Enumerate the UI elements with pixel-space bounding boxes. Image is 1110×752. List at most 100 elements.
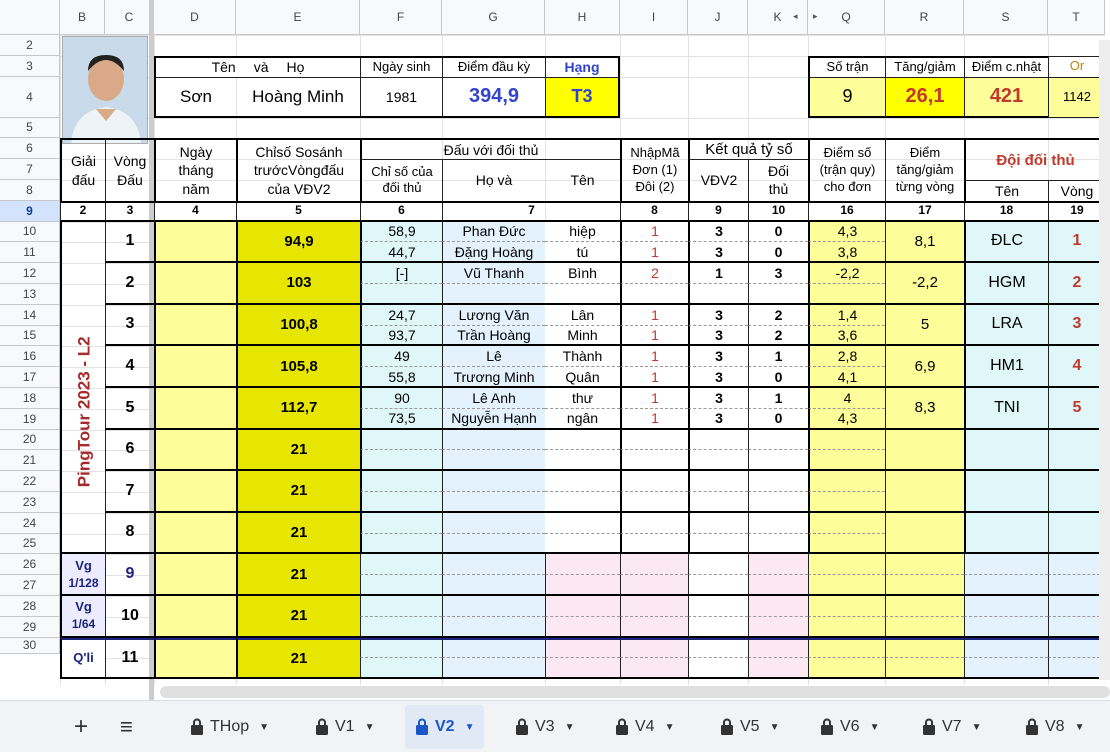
chevron-down-icon[interactable]: ▼ [972,722,982,733]
header-team-name[interactable]: Tên [964,180,1048,201]
chevron-down-icon[interactable]: ▼ [465,722,475,733]
empty-cell-Q26[interactable] [808,554,885,576]
points-6-1[interactable] [808,450,885,472]
empty-cell-R26[interactable] [885,554,964,576]
tab-v5[interactable]: V5 ▼ [710,705,789,749]
round-index-3[interactable]: 100,8 [236,304,360,347]
header-points-change[interactable]: Điểm tăng/giảm từng vòng [885,138,964,201]
input-code-3-1[interactable]: 1 [620,325,688,347]
round-number-9[interactable]: 9 [105,554,154,596]
row-header-29[interactable]: 29 [0,616,60,638]
expand-right-icon[interactable]: ▸ [813,11,818,22]
round-gain-8[interactable] [885,512,964,555]
opp-ho-5-1[interactable]: Nguyễn Hạnh [442,408,545,430]
updated-score[interactable]: 421 [964,76,1048,118]
points-4-0[interactable]: 2,8 [808,346,885,368]
row-header-26[interactable]: 26 [0,554,60,576]
column-header-S[interactable]: S [964,0,1048,35]
round-date-4[interactable] [154,346,236,388]
row-header-8[interactable]: 8 [0,180,60,201]
opp-ho-5-0[interactable]: Lê Anh [442,388,545,409]
or-header[interactable]: Or [1048,55,1105,77]
opp-ho-8-0[interactable] [442,512,545,534]
empty-cell-F29[interactable] [360,616,442,638]
score-opp-2-0[interactable]: 3 [748,263,808,284]
row-header-20[interactable]: 20 [0,429,60,451]
column-header-J[interactable]: J [688,0,748,35]
score-vdv2-8-0[interactable] [688,512,748,534]
round-date-1[interactable] [154,221,236,264]
round-index-7[interactable]: 21 [236,471,360,513]
col-number-11[interactable]: 18 [964,200,1048,222]
round-index-9[interactable]: 21 [236,554,360,596]
empty-cell-T26[interactable] [1048,554,1105,576]
opp-ten-1-0[interactable]: hiệp [545,221,620,243]
header-ho-va[interactable]: Họ và [442,159,545,201]
score-vdv2-3-1[interactable]: 3 [688,325,748,347]
empty-cell-H30[interactable] [545,637,620,659]
empty-cell-T30[interactable] [1048,637,1105,659]
score-opp-7-1[interactable] [748,492,808,513]
round-number-2[interactable]: 2 [105,263,154,305]
tab-v2[interactable]: V2 ▼ [405,705,485,749]
empty-cell-S28[interactable] [964,596,1048,617]
score-vdv2-3-0[interactable]: 3 [688,304,748,326]
empty-cell-J29[interactable] [688,616,748,638]
round-index-5[interactable]: 112,7 [236,388,360,430]
row-header-28[interactable]: 28 [0,596,60,617]
header-ten[interactable]: Tên [545,159,620,201]
score-opp-3-0[interactable]: 2 [748,304,808,326]
column-header-H[interactable]: H [545,0,620,35]
rank-value[interactable]: T3 [545,76,620,118]
row-header-27[interactable]: 27 [0,575,60,596]
opp-index-7-0[interactable] [360,471,442,492]
input-code-5-0[interactable]: 1 [620,388,688,409]
input-code-2-0[interactable]: 2 [620,263,688,284]
empty-cell-Q31[interactable] [808,658,885,680]
opp-ho-3-1[interactable]: Trần Hoàng [442,325,545,347]
empty-cell-T31[interactable] [1048,658,1105,680]
team-round-3[interactable]: 3 [1048,304,1105,347]
last-name[interactable]: Hoàng Minh [236,76,360,118]
opp-ten-4-0[interactable]: Thành [545,346,620,368]
input-code-6-0[interactable] [620,429,688,451]
round-number-6[interactable]: 6 [105,429,154,472]
team-round-4[interactable]: 4 [1048,346,1105,388]
col-number-6[interactable]: 8 [620,200,688,222]
score-opp-7-0[interactable] [748,471,808,492]
row-header-25[interactable]: 25 [0,533,60,555]
points-1-0[interactable]: 4,3 [808,221,885,243]
or-value[interactable]: 1142 [1048,76,1105,118]
row-header-18[interactable]: 18 [0,388,60,409]
opp-ten-2-1[interactable] [545,284,620,305]
empty-cell-Q30[interactable] [808,637,885,659]
points-7-1[interactable] [808,492,885,513]
opp-index-8-0[interactable] [360,512,442,534]
round-date-8[interactable] [154,512,236,555]
input-code-8-0[interactable] [620,512,688,534]
column-header-T[interactable]: T [1048,0,1105,35]
opp-ten-5-1[interactable]: ngân [545,408,620,430]
points-2-1[interactable] [808,284,885,305]
input-code-4-1[interactable]: 1 [620,367,688,388]
opp-ho-8-1[interactable] [442,533,545,555]
opp-ten-7-1[interactable] [545,492,620,513]
empty-cell-I30[interactable] [620,637,688,659]
add-sheet-button[interactable]: + [64,705,92,749]
opp-index-7-1[interactable] [360,492,442,513]
round-date-5[interactable] [154,388,236,430]
team-round-1[interactable]: 1 [1048,221,1105,264]
all-sheets-button[interactable]: ≡ [110,705,144,749]
score-opp-2-1[interactable] [748,284,808,305]
score-vdv2-2-0[interactable]: 1 [688,263,748,284]
opp-ten-3-1[interactable]: Minh [545,325,620,347]
tab-v8[interactable]: V8 ▼ [1015,705,1094,749]
empty-cell-J26[interactable] [688,554,748,576]
team-name-7[interactable] [964,471,1048,513]
row-header-14[interactable]: 14 [0,304,60,326]
empty-cell-J27[interactable] [688,575,748,596]
team-name-2[interactable]: HGM [964,263,1048,305]
header-opp-team[interactable]: Đội đối thủ [964,138,1105,180]
row-header-30[interactable]: 30 [0,637,60,654]
empty-cell-Q28[interactable] [808,596,885,617]
